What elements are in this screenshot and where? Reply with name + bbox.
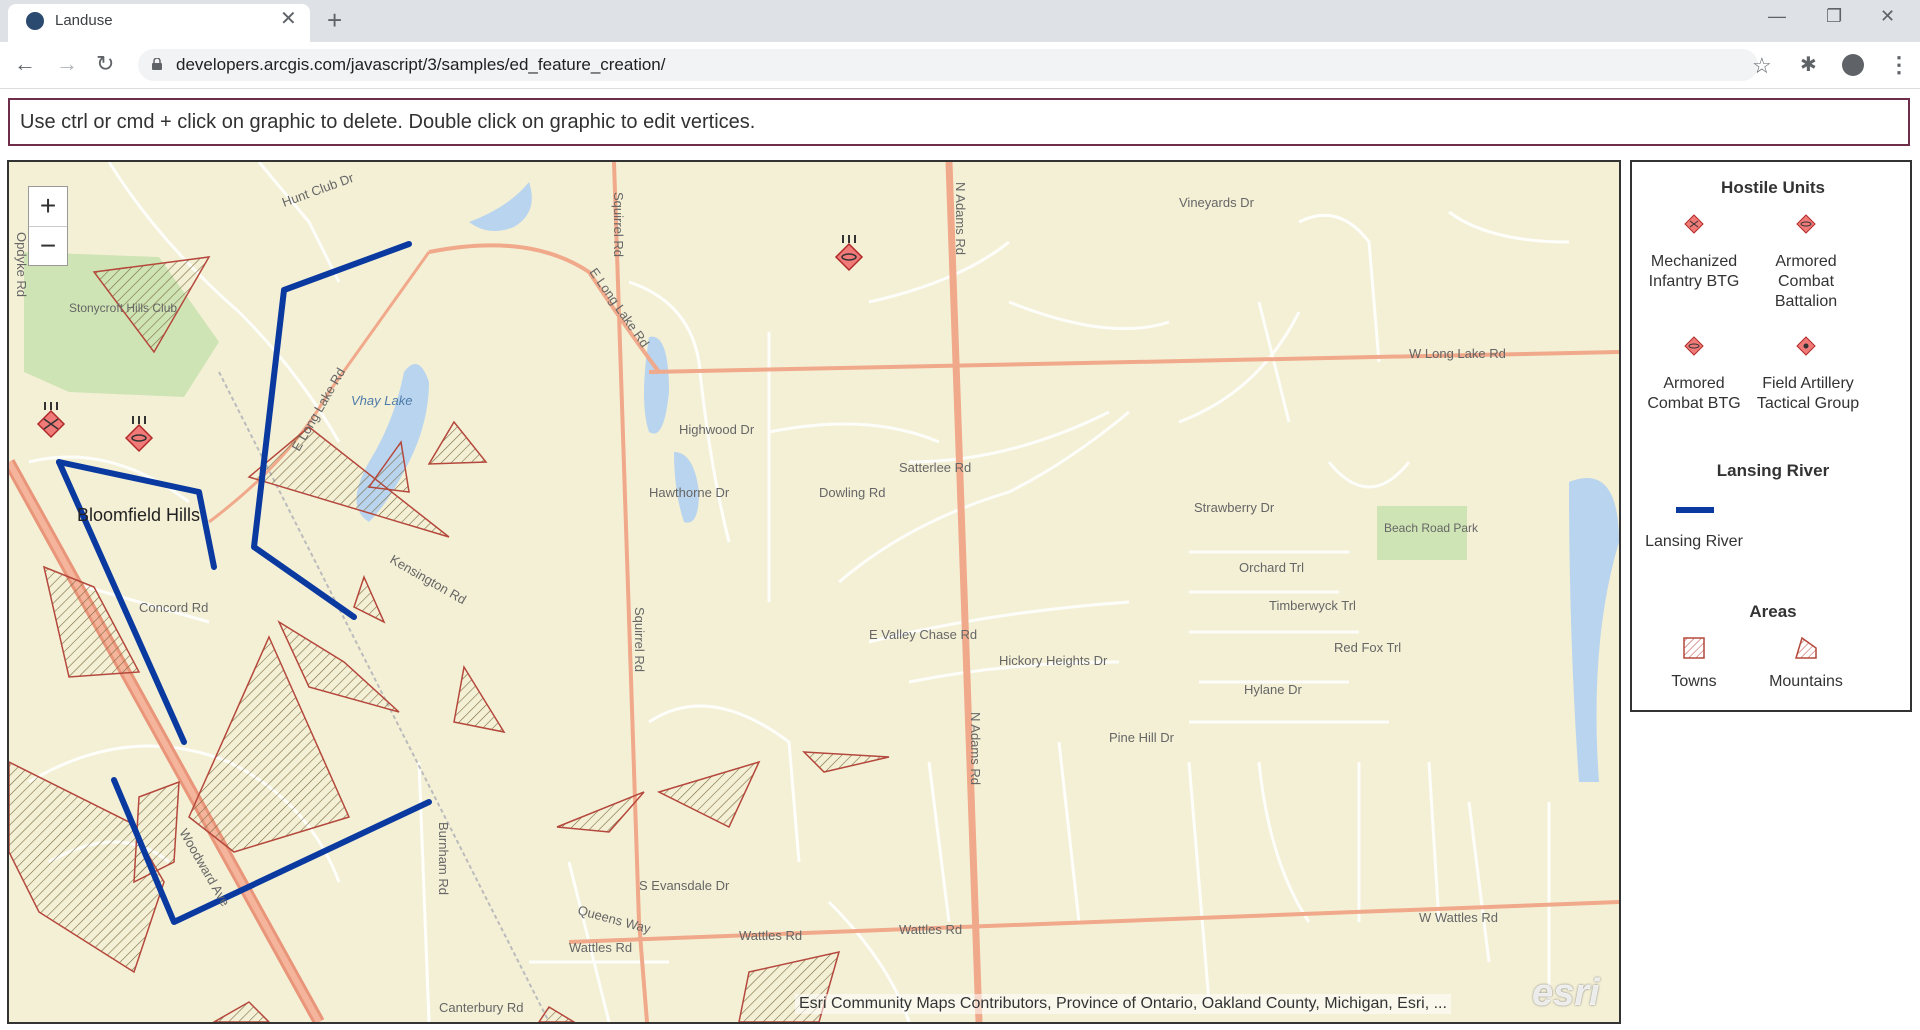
tab-title: Landuse: [55, 12, 113, 29]
label-w-long-lake: W Long Lake Rd: [1409, 346, 1506, 361]
label-wattles-2: Wattles Rd: [899, 922, 962, 937]
label-hunt-club: Hunt Club Dr: [280, 170, 356, 210]
label-wattles-3: Wattles Rd: [569, 940, 632, 955]
label-canterbury: Canterbury Rd: [439, 1000, 524, 1015]
river-legend-icon: [1676, 507, 1714, 513]
restore-icon[interactable]: ❐: [1826, 6, 1842, 27]
legend-item-field-artillery: Field Artillery Tactical Group: [1756, 375, 1860, 412]
towns-legend-icon: [1683, 637, 1705, 659]
legend-item-towns: Towns: [1671, 673, 1717, 690]
map-view[interactable]: Bloomfield Hills Stonycroft Hills Club V…: [7, 160, 1621, 1024]
legend-areas-title: Areas: [1749, 602, 1797, 621]
field-artillery-legend-icon: [1796, 336, 1816, 356]
legend-item-mechanized-infantry: Mechanized Infantry BTG: [1648, 253, 1740, 290]
zoom-in-button[interactable]: +: [29, 187, 67, 227]
instructions-bar: Use ctrl or cmd + click on graphic to de…: [8, 98, 1910, 146]
label-hawthorne: Hawthorne Dr: [649, 485, 730, 500]
minor-streets: [28, 162, 1570, 1022]
label-vhay-lake: Vhay Lake: [351, 393, 412, 408]
label-valley-chase: E Valley Chase Rd: [869, 627, 977, 642]
browser-tab[interactable]: [8, 4, 310, 42]
main-roads: [9, 162, 1619, 1022]
legend-item-mountains: Mountains: [1769, 673, 1843, 690]
more-menu-icon[interactable]: ⋮: [1888, 52, 1910, 78]
armored-combat-battalion-legend-icon: [1796, 214, 1816, 234]
lock-icon: [152, 58, 162, 70]
label-w-wattles: W Wattles Rd: [1419, 910, 1498, 925]
label-wattles: Wattles Rd: [739, 928, 802, 943]
label-dowling: Dowling Rd: [819, 485, 885, 500]
label-orchard: Orchard Trl: [1239, 560, 1304, 575]
map-canvas[interactable]: Bloomfield Hills Stonycroft Hills Club V…: [9, 162, 1619, 1022]
legend-hostile-title: Hostile Units: [1721, 178, 1825, 197]
minimize-icon[interactable]: —: [1768, 6, 1786, 27]
label-concord: Concord Rd: [139, 600, 208, 615]
label-highwood: Highwood Dr: [679, 422, 755, 437]
forward-icon[interactable]: →: [56, 52, 78, 76]
legend-item-armored-combat-battalion: Armored Combat Battalion: [1774, 253, 1838, 310]
profile-icon[interactable]: [1842, 54, 1864, 76]
label-n-adams-rd-north: N Adams Rd: [953, 182, 968, 255]
mountains-legend-icon: [1794, 636, 1817, 659]
armored-combat-symbol[interactable]: [834, 235, 864, 272]
map-attribution: Esri Community Maps Contributors, Provin…: [795, 994, 1451, 1014]
label-park: Beach Road Park: [1384, 521, 1479, 535]
mechanized-infantry-legend-icon: [1684, 214, 1704, 234]
label-bloomfield-hills: Bloomfield Hills: [77, 505, 200, 525]
label-satterlee: Satterlee Rd: [899, 460, 971, 475]
creek: [1569, 478, 1619, 782]
label-club: Stonycroft Hills Club: [69, 301, 177, 315]
label-hylane: Hylane Dr: [1244, 682, 1302, 697]
armored-combat-symbol[interactable]: [124, 416, 154, 453]
label-vineyards: Vineyards Dr: [1179, 195, 1255, 210]
esri-logo[interactable]: esri: [1532, 972, 1600, 1015]
mechanized-infantry-symbol[interactable]: [36, 402, 66, 439]
label-opdyke: Opdyke Rd: [14, 232, 29, 297]
label-n-adams-rd-south: N Adams Rd: [968, 712, 983, 785]
lake: [644, 336, 669, 434]
zoom-out-button[interactable]: −: [29, 227, 67, 266]
zoom-control: + −: [28, 186, 68, 266]
legend-item-armored-combat-btg: Armored Combat BTG: [1647, 375, 1741, 412]
label-squirrel-rd-south: Squirrel Rd: [632, 607, 647, 672]
label-strawberry: Strawberry Dr: [1194, 500, 1275, 515]
label-evansdale: S Evansdale Dr: [639, 878, 730, 893]
label-timberwyck: Timberwyck Trl: [1269, 598, 1356, 613]
window-close-icon[interactable]: ✕: [1880, 6, 1895, 27]
extensions-icon[interactable]: ✱: [1800, 52, 1817, 77]
label-squirrel-rd-north: Squirrel Rd: [611, 192, 626, 257]
back-icon[interactable]: ←: [14, 52, 36, 76]
close-icon[interactable]: ✕: [280, 9, 297, 29]
bookmark-star-icon[interactable]: ☆: [1752, 53, 1772, 79]
new-tab-icon[interactable]: +: [327, 7, 342, 33]
reload-icon[interactable]: ↻: [96, 52, 114, 76]
label-pinehill: Pine Hill Dr: [1109, 730, 1175, 745]
label-hickory: Hickory Heights Dr: [999, 653, 1108, 668]
label-redfox: Red Fox Trl: [1334, 640, 1401, 655]
legend-item-river: Lansing River: [1645, 533, 1743, 550]
legend-river-title: Lansing River: [1716, 461, 1830, 480]
lake: [469, 182, 532, 231]
label-kensington: Kensington Rd: [388, 552, 469, 608]
legend-panel: Hostile Units Mechanized Infantry BTG Ar…: [1630, 160, 1912, 712]
label-burnham: Burnham Rd: [436, 822, 451, 895]
globe-icon: [26, 12, 44, 30]
url-text[interactable]: developers.arcgis.com/javascript/3/sampl…: [176, 55, 665, 75]
armored-combat-btg-legend-icon: [1684, 336, 1704, 356]
